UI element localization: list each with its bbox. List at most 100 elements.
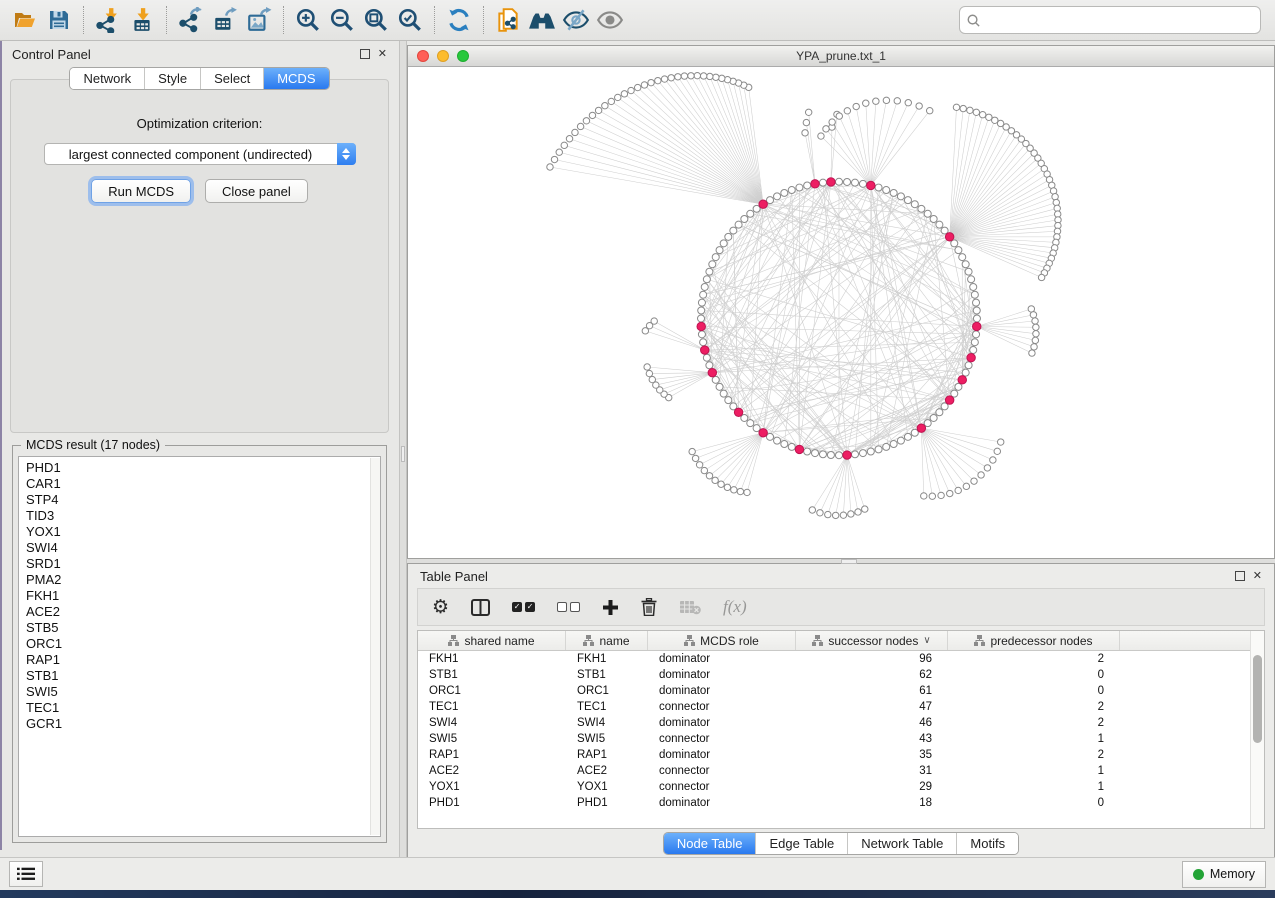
mcds-result-item[interactable]: PMA2 bbox=[26, 572, 380, 588]
table-cell: 0 bbox=[948, 685, 1120, 697]
float-panel-button[interactable] bbox=[360, 49, 370, 59]
network-graph[interactable] bbox=[408, 67, 1274, 558]
mcds-result-item[interactable]: ORC1 bbox=[26, 636, 380, 652]
toggle-columns-button[interactable] bbox=[471, 599, 490, 616]
export-table-button[interactable] bbox=[208, 4, 242, 36]
splitter-grip[interactable] bbox=[841, 559, 857, 564]
hide-selected-button[interactable] bbox=[559, 4, 593, 36]
close-panel-button-2[interactable]: Close panel bbox=[205, 179, 308, 203]
select-all-button[interactable]: ✓✓ bbox=[512, 602, 535, 612]
mcds-result-item[interactable]: FKH1 bbox=[26, 588, 380, 604]
table-cell: 0 bbox=[948, 797, 1120, 809]
criterion-select[interactable]: largest connected component (undirected) bbox=[44, 143, 356, 165]
column-type-icon bbox=[974, 635, 985, 646]
mcds-result-item[interactable]: STP4 bbox=[26, 492, 380, 508]
export-image-button[interactable] bbox=[242, 4, 276, 36]
table-row[interactable]: FKH1FKH1dominator962 bbox=[418, 651, 1264, 667]
table-settings-button[interactable]: ⚙ bbox=[432, 598, 449, 617]
zoom-selected-button[interactable] bbox=[393, 4, 427, 36]
tab-mcds[interactable]: MCDS bbox=[263, 68, 328, 89]
table-row[interactable]: PHD1PHD1dominator180 bbox=[418, 795, 1264, 811]
save-session-button[interactable] bbox=[42, 4, 76, 36]
splitter-grip[interactable] bbox=[401, 446, 405, 462]
tab-select[interactable]: Select bbox=[200, 68, 263, 89]
mcds-result-item[interactable]: STB1 bbox=[26, 668, 380, 684]
tab-edge-table[interactable]: Edge Table bbox=[755, 833, 847, 854]
mcds-result-item[interactable]: SWI5 bbox=[26, 684, 380, 700]
first-neighbors-button[interactable] bbox=[525, 4, 559, 36]
scrollbar-thumb[interactable] bbox=[1253, 655, 1262, 743]
export-table-icon bbox=[212, 7, 238, 33]
network-window-titlebar[interactable]: YPA_prune.txt_1 bbox=[408, 46, 1274, 67]
export-network-button[interactable] bbox=[174, 4, 208, 36]
deselect-all-button[interactable] bbox=[557, 602, 580, 612]
mcds-result-item[interactable]: RAP1 bbox=[26, 652, 380, 668]
mcds-result-item[interactable]: PHD1 bbox=[26, 460, 380, 476]
table-cell: SWI5 bbox=[418, 733, 566, 745]
search-box[interactable] bbox=[959, 6, 1261, 34]
table-row[interactable]: RAP1RAP1dominator352 bbox=[418, 747, 1264, 763]
table-cell: PHD1 bbox=[418, 797, 566, 809]
mcds-result-list[interactable]: PHD1CAR1STP4TID3YOX1SWI4SRD1PMA2FKH1ACE2… bbox=[18, 456, 381, 837]
float-table-panel-button[interactable] bbox=[1235, 571, 1245, 581]
import-network-button[interactable] bbox=[91, 4, 125, 36]
refresh-layout-button[interactable] bbox=[442, 4, 476, 36]
mcds-result-item[interactable]: YOX1 bbox=[26, 524, 380, 540]
minimize-window-icon[interactable] bbox=[437, 50, 449, 62]
table-row[interactable]: STB1STB1dominator620 bbox=[418, 667, 1264, 683]
function-builder-button: f(x) bbox=[723, 597, 747, 617]
maximize-window-icon[interactable] bbox=[457, 50, 469, 62]
open-file-button[interactable] bbox=[8, 4, 42, 36]
network-canvas[interactable] bbox=[408, 67, 1274, 558]
mcds-result-item[interactable]: TEC1 bbox=[26, 700, 380, 716]
table-cell: 1 bbox=[948, 781, 1120, 793]
add-column-button[interactable] bbox=[602, 599, 619, 616]
table-row[interactable]: ACE2ACE2connector311 bbox=[418, 763, 1264, 779]
tab-style[interactable]: Style bbox=[144, 68, 200, 89]
tab-network-table[interactable]: Network Table bbox=[847, 833, 956, 854]
column-header-MCDS-role[interactable]: MCDS role bbox=[648, 631, 796, 650]
table-cell: RAP1 bbox=[566, 749, 648, 761]
task-history-button[interactable] bbox=[9, 861, 43, 887]
mcds-result-item[interactable]: TID3 bbox=[26, 508, 380, 524]
column-header-successor-nodes[interactable]: successor nodes∨ bbox=[796, 631, 948, 650]
run-mcds-button[interactable]: Run MCDS bbox=[91, 179, 191, 203]
mcds-result-item[interactable]: SWI4 bbox=[26, 540, 380, 556]
mcds-result-item[interactable]: SRD1 bbox=[26, 556, 380, 572]
table-header-row: shared namenameMCDS rolesuccessor nodes∨… bbox=[418, 631, 1264, 651]
tab-network[interactable]: Network bbox=[70, 68, 144, 89]
horizontal-splitter[interactable] bbox=[407, 559, 1275, 563]
table-row[interactable]: TEC1TEC1connector472 bbox=[418, 699, 1264, 715]
mcds-result-item[interactable]: STB5 bbox=[26, 620, 380, 636]
tab-node-table[interactable]: Node Table bbox=[664, 833, 756, 854]
zoom-fit-button[interactable] bbox=[359, 4, 393, 36]
vertical-splitter[interactable] bbox=[399, 41, 407, 857]
show-all-button[interactable] bbox=[593, 4, 627, 36]
table-cell: YOX1 bbox=[418, 781, 566, 793]
table-row[interactable]: YOX1YOX1connector291 bbox=[418, 779, 1264, 795]
mcds-result-item[interactable]: GCR1 bbox=[26, 716, 380, 732]
zoom-in-button[interactable] bbox=[291, 4, 325, 36]
zoom-out-button[interactable] bbox=[325, 4, 359, 36]
memory-button[interactable]: Memory bbox=[1182, 861, 1266, 888]
mcds-result-item[interactable]: CAR1 bbox=[26, 476, 380, 492]
table-cell: ORC1 bbox=[566, 685, 648, 697]
tab-motifs[interactable]: Motifs bbox=[956, 833, 1018, 854]
close-panel-button[interactable]: ✕ bbox=[378, 49, 387, 60]
column-header-name[interactable]: name bbox=[566, 631, 648, 650]
search-input[interactable] bbox=[981, 13, 1254, 28]
table-row[interactable]: SWI4SWI4dominator462 bbox=[418, 715, 1264, 731]
mcds-list-scrollbar[interactable] bbox=[370, 458, 380, 835]
column-header-predecessor-nodes[interactable]: predecessor nodes bbox=[948, 631, 1120, 650]
delete-column-button[interactable] bbox=[641, 598, 657, 616]
close-window-icon[interactable] bbox=[417, 50, 429, 62]
import-table-button[interactable] bbox=[125, 4, 159, 36]
mcds-result-item[interactable]: ACE2 bbox=[26, 604, 380, 620]
table-row[interactable]: ORC1ORC1dominator610 bbox=[418, 683, 1264, 699]
search-icon bbox=[966, 13, 981, 28]
column-header-shared-name[interactable]: shared name bbox=[418, 631, 566, 650]
table-scrollbar[interactable] bbox=[1250, 631, 1264, 828]
network-from-selection-button[interactable] bbox=[491, 4, 525, 36]
table-row[interactable]: SWI5SWI5connector431 bbox=[418, 731, 1264, 747]
close-table-panel-button[interactable]: ✕ bbox=[1253, 571, 1262, 582]
